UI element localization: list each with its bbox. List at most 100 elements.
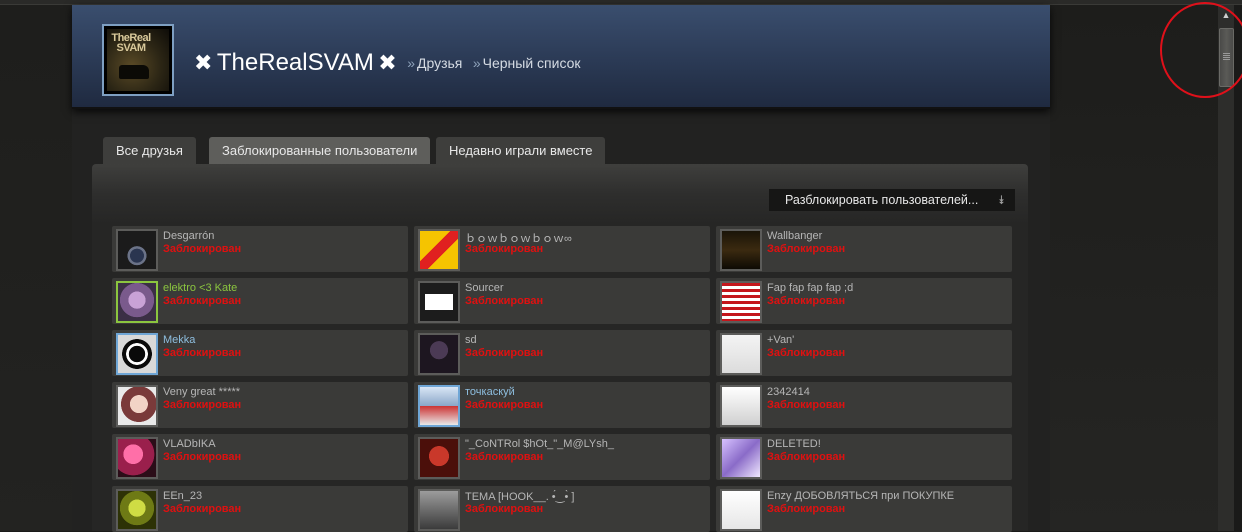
blocked-friend-card[interactable]: 2342414 Заблокирован <box>716 382 1012 428</box>
avatar-image <box>420 387 458 425</box>
blocked-status: Заблокирован <box>465 503 544 515</box>
avatar-image <box>118 335 156 373</box>
avatar-image <box>420 283 458 321</box>
persona-name[interactable]: TheRealSVAM <box>217 49 374 76</box>
blocked-friend-card[interactable]: EEn_23 Заблокирован <box>112 486 408 532</box>
unblock-users-button[interactable]: Разблокировать пользователей... ⯯ <box>769 189 1015 211</box>
breadcrumb-separator: » <box>407 55 415 71</box>
blocked-friend-card[interactable]: Mekka Заблокирован <box>112 330 408 376</box>
friend-name[interactable]: 2342414 <box>767 386 810 398</box>
blocked-friend-card[interactable]: Veny great ***** Заблокирован <box>112 382 408 428</box>
friend-avatar[interactable] <box>720 385 762 427</box>
friend-name[interactable]: Fap fap fap fap ;d <box>767 282 853 294</box>
friend-avatar[interactable] <box>720 333 762 375</box>
friend-avatar[interactable] <box>116 489 158 531</box>
friend-avatar[interactable] <box>116 437 158 479</box>
avatar-image <box>420 439 458 477</box>
avatar-image <box>722 387 760 425</box>
avatar-image <box>118 283 156 321</box>
blocked-friend-card[interactable]: sd Заблокирован <box>414 330 710 376</box>
friend-avatar[interactable] <box>720 437 762 479</box>
avatar-image <box>722 283 760 321</box>
profile-avatar[interactable]: TheReal SVAM <box>102 24 174 96</box>
friend-name[interactable]: "_CoNTRol $hOt_"_M@LYsh_ <box>465 438 614 450</box>
friend-name[interactable]: +Van' <box>767 334 794 346</box>
avatar-image <box>118 387 156 425</box>
friend-avatar[interactable] <box>720 281 762 323</box>
tab-all-friends[interactable]: Все друзья <box>103 137 196 164</box>
avatar-image <box>420 335 458 373</box>
blocked-friend-card[interactable]: TEMA [HOOK__. •́‿•̀ ] Заблокирован <box>414 486 710 532</box>
friend-avatar[interactable] <box>418 385 460 427</box>
friend-name[interactable]: Sourcer <box>465 282 504 294</box>
blocked-friend-card[interactable]: Fap fap fap fap ;d Заблокирован <box>716 278 1012 324</box>
blocked-status: Заблокирован <box>767 295 846 307</box>
blocked-friend-card[interactable]: Enzy ДОБОВЛЯТЬСЯ при ПОКУПКЕ Заблокирован <box>716 486 1012 532</box>
left-background <box>0 5 72 531</box>
blocked-friend-card[interactable]: VLADbIKA Заблокирован <box>112 434 408 480</box>
blocked-status: Заблокирован <box>465 451 544 463</box>
friend-avatar[interactable] <box>116 229 158 271</box>
tab-recently-played[interactable]: Недавно играли вместе <box>436 137 606 164</box>
avatar-image <box>722 335 760 373</box>
blocked-friend-card[interactable]: DELETED! Заблокирован <box>716 434 1012 480</box>
main-panel: TheReal SVAM ✖ TheRealSVAM ✖ » Друзья » Чер… <box>72 5 1050 532</box>
friend-avatar[interactable] <box>720 489 762 531</box>
friend-avatar[interactable] <box>418 229 460 271</box>
friend-name[interactable]: VLADbIKA <box>163 438 216 450</box>
friend-name[interactable]: Veny great ***** <box>163 386 240 398</box>
blocked-status: Заблокирован <box>465 243 544 255</box>
friend-name[interactable]: Mekka <box>163 334 195 346</box>
friend-avatar[interactable] <box>116 385 158 427</box>
tab-blocked-users[interactable]: Заблокированные пользователи <box>209 137 431 164</box>
friend-name[interactable]: elektro <3 Kate <box>163 282 237 294</box>
friend-name[interactable]: Wallbanger <box>767 230 822 242</box>
friend-name[interactable]: точкаскуй <box>465 386 515 398</box>
blocked-status: Заблокирован <box>767 347 846 359</box>
unblock-users-label: Разблокировать пользователей... <box>785 193 979 207</box>
friend-name[interactable]: DELETED! <box>767 438 821 450</box>
friend-avatar[interactable] <box>116 333 158 375</box>
friend-avatar[interactable] <box>418 437 460 479</box>
blocked-status: Заблокирован <box>163 347 242 359</box>
friend-name[interactable]: sd <box>465 334 477 346</box>
blocked-friend-card[interactable]: "_CoNTRol $hOt_"_M@LYsh_ Заблокирован <box>414 434 710 480</box>
avatar-image: TheReal SVAM <box>107 29 169 91</box>
friend-avatar[interactable] <box>116 281 158 323</box>
blocked-friend-card[interactable]: elektro <3 Kate Заблокирован <box>112 278 408 324</box>
avatar-image <box>722 491 760 529</box>
blocked-status: Заблокирован <box>767 503 846 515</box>
double-chevron-down-icon: ⯯ <box>997 193 1005 207</box>
blocked-status: Заблокирован <box>465 295 544 307</box>
blocked-status: Заблокирован <box>767 243 846 255</box>
friend-name[interactable]: TEMA [HOOK__. •́‿•̀ ] <box>465 490 574 503</box>
blocked-friend-card[interactable]: +Van' Заблокирован <box>716 330 1012 376</box>
x-mark-icon: ✖ <box>194 50 213 75</box>
friend-name[interactable]: Enzy ДОБОВЛЯТЬСЯ при ПОКУПКЕ <box>767 490 954 502</box>
friend-avatar[interactable] <box>418 489 460 531</box>
avatar-image <box>118 231 156 269</box>
friend-name[interactable]: EEn_23 <box>163 490 202 502</box>
blocked-friend-card[interactable]: точкаскуй Заблокирован <box>414 382 710 428</box>
blocked-friend-card[interactable]: ｂｏｗｂｏｗｂｏｗ∞ Заблокирован <box>414 226 710 272</box>
blocked-status: Заблокирован <box>767 399 846 411</box>
red-annotation-circle <box>1160 2 1242 98</box>
blocked-status: Заблокирован <box>163 399 242 411</box>
blocked-status: Заблокирован <box>163 451 242 463</box>
avatar-image <box>722 231 760 269</box>
blocked-status: Заблокирован <box>163 295 242 307</box>
blocked-friend-card[interactable]: Desgarrón Заблокирован <box>112 226 408 272</box>
breadcrumb-current-page: Черный список <box>482 55 581 71</box>
friend-avatar[interactable] <box>418 333 460 375</box>
breadcrumb-separator: » <box>472 55 481 71</box>
breadcrumb-friends-link[interactable]: Друзья <box>417 55 462 71</box>
breadcrumb: ✖ TheRealSVAM ✖ » Друзья » Черный список <box>194 49 581 77</box>
friend-avatar[interactable] <box>720 229 762 271</box>
friend-avatar[interactable] <box>418 281 460 323</box>
avatar-image <box>420 231 458 269</box>
blocked-friend-card[interactable]: Wallbanger Заблокирован <box>716 226 1012 272</box>
profile-header: TheReal SVAM ✖ TheRealSVAM ✖ » Друзья » Чер… <box>72 5 1050 109</box>
blocked-status: Заблокирован <box>465 399 544 411</box>
blocked-friend-card[interactable]: Sourcer Заблокирован <box>414 278 710 324</box>
friend-name[interactable]: Desgarrón <box>163 230 214 242</box>
